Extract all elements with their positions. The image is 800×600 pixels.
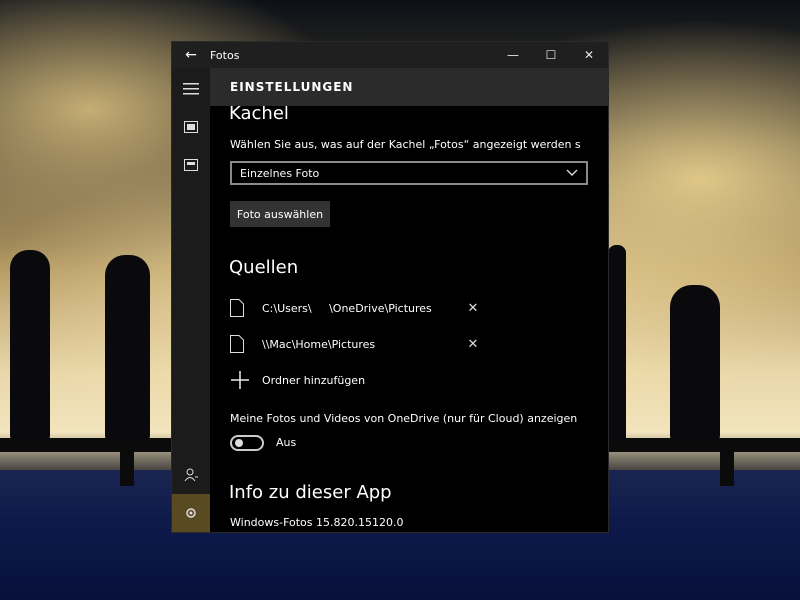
source-folder-row: \\Mac\Home\Pictures ✕ [230, 332, 480, 356]
minimize-button[interactable]: — [494, 42, 532, 68]
back-arrow-icon[interactable]: ← [172, 42, 210, 68]
remove-folder-icon[interactable]: ✕ [466, 337, 480, 352]
tile-content-dropdown[interactable]: Einzelnes Foto [230, 161, 588, 185]
title-bar: ← Fotos — ☐ ✕ [172, 42, 608, 68]
silhouette-person [670, 285, 720, 440]
onedrive-toggle[interactable] [230, 435, 264, 451]
collection-icon[interactable] [172, 108, 210, 146]
silhouette-person [105, 255, 150, 440]
folder-document-icon [230, 299, 244, 317]
boardwalk-post [720, 450, 734, 486]
app-version: Windows-Fotos 15.820.15120.0 [230, 516, 404, 529]
hamburger-menu-icon[interactable] [172, 70, 210, 108]
silhouette-person [608, 245, 626, 440]
settings-header: EINSTELLUNGEN [210, 68, 608, 106]
section-heading-info: Info zu dieser App [229, 482, 392, 503]
plus-icon [230, 370, 250, 390]
remove-folder-icon[interactable]: ✕ [466, 301, 480, 316]
add-folder-button[interactable]: Ordner hinzufügen [230, 368, 365, 392]
section-heading-kachel: Kachel [229, 106, 289, 124]
tile-description: Wählen Sie aus, was auf der Kachel „Foto… [230, 138, 581, 151]
source-folder-row: C:\Users\ \OneDrive\Pictures ✕ [230, 296, 480, 320]
toggle-knob [235, 439, 243, 447]
window-title: Fotos [210, 48, 240, 62]
gear-icon[interactable] [172, 494, 210, 532]
navigation-rail [172, 68, 210, 532]
choose-photo-button[interactable]: Foto auswählen [230, 201, 330, 227]
section-heading-quellen: Quellen [229, 257, 299, 278]
photos-app-window: ← Fotos — ☐ ✕ EINSTELLUNGEN Kachel Wähle… [172, 42, 608, 532]
silhouette-person [10, 250, 50, 440]
page-title: EINSTELLUNGEN [230, 80, 354, 94]
folder-document-icon [230, 335, 244, 353]
album-icon[interactable] [172, 146, 210, 184]
close-button[interactable]: ✕ [570, 42, 608, 68]
boardwalk-post [120, 450, 134, 486]
source-folder-path: \\Mac\Home\Pictures [262, 337, 376, 351]
dropdown-value: Einzelnes Foto [240, 166, 320, 180]
source-folder-path: C:\Users\ \OneDrive\Pictures [262, 301, 432, 315]
onedrive-setting-label: Meine Fotos und Videos von OneDrive (nur… [230, 412, 578, 425]
settings-content: Kachel Wählen Sie aus, was auf der Kache… [210, 106, 608, 532]
add-folder-label: Ordner hinzufügen [262, 373, 366, 387]
maximize-button[interactable]: ☐ [532, 42, 570, 68]
person-icon[interactable] [172, 456, 210, 494]
toggle-state-label: Aus [276, 436, 297, 449]
chevron-down-icon [566, 167, 578, 180]
